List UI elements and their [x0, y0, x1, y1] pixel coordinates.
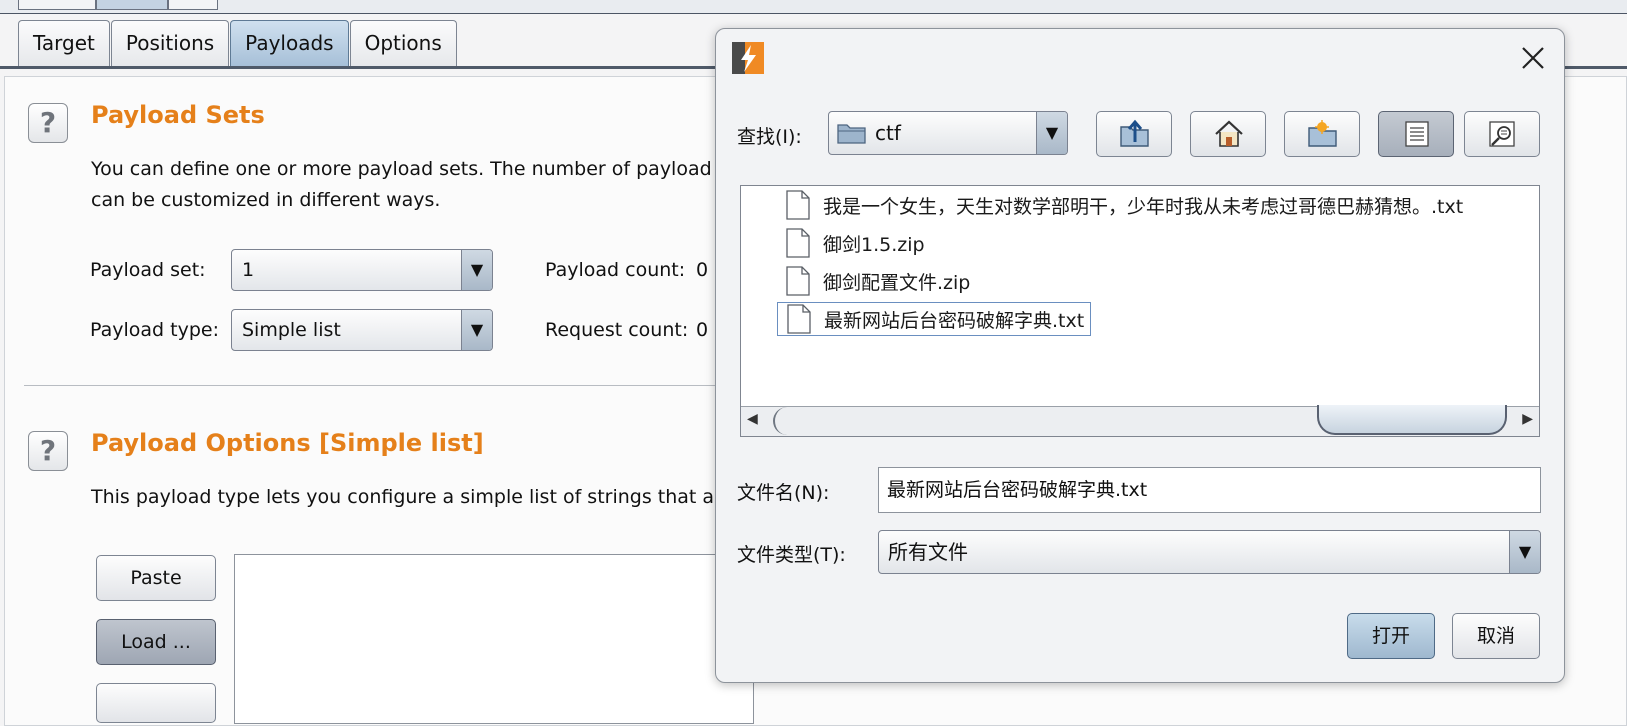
file-type-label: 文件类型(T):	[737, 544, 846, 566]
payload-count-value: 0	[696, 259, 709, 281]
list-view-button[interactable]	[1378, 111, 1454, 157]
home-icon	[1215, 120, 1243, 147]
file-icon	[786, 266, 810, 296]
payload-set-value: 1	[242, 259, 255, 281]
payload-sets-heading: Payload Sets	[91, 101, 265, 129]
tab-target[interactable]: Target	[18, 20, 110, 66]
look-in-label: 查找(I):	[737, 126, 802, 148]
new-folder-icon	[1308, 120, 1337, 147]
dropdown-arrow-icon[interactable]: ▼	[461, 250, 492, 290]
tab-options[interactable]: Options	[349, 20, 457, 66]
file-icon	[787, 304, 811, 334]
scroll-track-edge	[773, 407, 789, 435]
paste-button[interactable]: Paste	[96, 555, 216, 601]
list-view-icon	[1405, 121, 1429, 147]
up-folder-icon	[1120, 119, 1149, 147]
upper-tab-stub-active[interactable]	[96, 0, 168, 10]
open-button[interactable]: 打开	[1347, 613, 1435, 659]
file-type-select[interactable]: 所有文件 ▼	[878, 530, 1541, 574]
scrollbar-thumb[interactable]	[1317, 405, 1507, 435]
file-name: 御剑1.5.zip	[823, 233, 925, 256]
look-in-select[interactable]: ctf ▼	[828, 111, 1068, 155]
home-button[interactable]	[1190, 111, 1266, 157]
burp-logo-icon	[732, 42, 764, 74]
dropdown-arrow-icon[interactable]: ▼	[1036, 112, 1067, 154]
payload-set-select[interactable]: 1 ▼	[231, 249, 493, 291]
file-item[interactable]: 我是一个女生，天生对数学部明干，少年时我从未考虑过哥德巴赫猜想。.txt	[777, 188, 1469, 222]
close-icon[interactable]	[1516, 41, 1550, 75]
file-item-selected[interactable]: 最新网站后台密码破解字典.txt	[777, 302, 1092, 336]
up-folder-button[interactable]	[1096, 111, 1172, 157]
payload-sets-description-line1: You can define one or more payload sets.…	[91, 158, 728, 180]
payload-type-label: Payload type:	[90, 319, 219, 341]
request-count-value: 0	[696, 319, 709, 341]
file-name: 御剑配置文件.zip	[823, 271, 971, 294]
help-icon[interactable]: ?	[28, 431, 68, 471]
intruder-tabs: Target Positions Payloads Options	[18, 20, 458, 67]
window-top-strip	[0, 0, 1627, 14]
file-name-label: 文件名(N):	[737, 482, 830, 504]
upper-tab-stub[interactable]	[168, 0, 218, 10]
dropdown-arrow-icon[interactable]: ▼	[1509, 531, 1540, 573]
payload-options-heading: Payload Options [Simple list]	[91, 429, 484, 457]
remove-button[interactable]	[96, 683, 216, 723]
payload-list[interactable]	[234, 554, 754, 724]
tab-payloads[interactable]: Payloads	[230, 20, 349, 66]
section-divider	[24, 385, 724, 386]
file-name-input[interactable]: 最新网站后台密码破解字典.txt	[878, 467, 1541, 513]
details-view-button[interactable]	[1464, 111, 1540, 157]
open-file-dialog: 查找(I): ctf ▼ 我是一个女生，天生对数学部明干，少年时我从未考虑过哥德…	[715, 28, 1565, 683]
payload-sets-description-line2: can be customized in different ways.	[91, 189, 441, 211]
request-count-label: Request count:	[545, 319, 689, 341]
payload-count-label: Payload count:	[545, 259, 686, 281]
details-view-icon	[1489, 121, 1515, 147]
folder-icon	[837, 124, 866, 144]
file-icon	[786, 228, 810, 258]
payload-type-value: Simple list	[242, 319, 341, 341]
payload-set-label: Payload set:	[90, 259, 206, 281]
file-item[interactable]: 御剑配置文件.zip	[777, 264, 976, 298]
help-icon[interactable]: ?	[28, 103, 68, 143]
scroll-right-icon[interactable]: ▶	[1522, 411, 1533, 427]
load-button[interactable]: Load ...	[96, 619, 216, 665]
payload-type-select[interactable]: Simple list ▼	[231, 309, 493, 351]
tab-positions[interactable]: Positions	[110, 20, 230, 66]
file-name: 我是一个女生，天生对数学部明干，少年时我从未考虑过哥德巴赫猜想。.txt	[823, 195, 1464, 218]
scroll-left-icon[interactable]: ◀	[747, 411, 758, 427]
file-name: 最新网站后台密码破解字典.txt	[824, 309, 1085, 332]
file-icon	[786, 190, 810, 220]
look-in-value: ctf	[875, 121, 901, 145]
cancel-button[interactable]: 取消	[1452, 613, 1540, 659]
new-folder-button[interactable]	[1284, 111, 1360, 157]
file-item[interactable]: 御剑1.5.zip	[777, 226, 931, 260]
file-type-value: 所有文件	[888, 540, 968, 564]
dropdown-arrow-icon[interactable]: ▼	[461, 310, 492, 350]
file-list[interactable]: 我是一个女生，天生对数学部明干，少年时我从未考虑过哥德巴赫猜想。.txt 御剑1…	[740, 185, 1540, 437]
payload-options-description: This payload type lets you configure a s…	[91, 486, 734, 508]
horizontal-scrollbar[interactable]: ◀ ▶	[741, 405, 1539, 436]
upper-tab-stub[interactable]	[18, 0, 96, 10]
